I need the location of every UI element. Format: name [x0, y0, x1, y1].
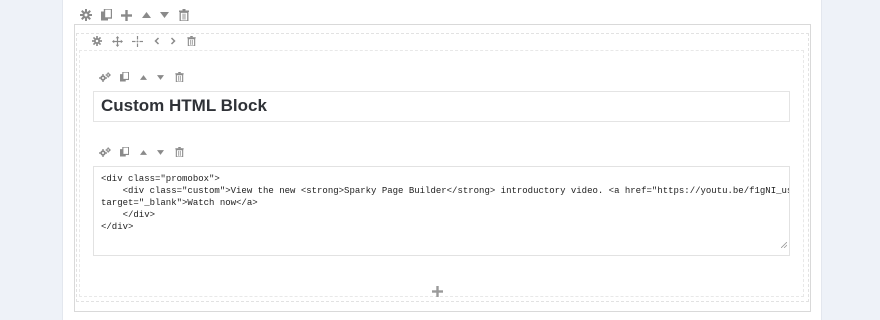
trash-icon[interactable] — [173, 71, 185, 83]
trash-icon[interactable] — [185, 35, 197, 47]
plus-icon — [432, 286, 443, 297]
plus-icon[interactable] — [119, 8, 133, 22]
add-module-button[interactable] — [432, 284, 443, 302]
arrow-up-icon[interactable] — [137, 71, 149, 83]
html-code-textarea[interactable]: <div class="promobox"> <div class="custo… — [93, 166, 790, 256]
code-line: <div class="custom">View the new <strong… — [101, 186, 790, 196]
resize-grip-icon[interactable] — [780, 235, 788, 253]
arrow-down-icon[interactable] — [154, 146, 166, 158]
code-line: target="_blank">Watch now</a> — [101, 198, 258, 208]
heading-module[interactable]: Custom HTML Block — [93, 91, 790, 122]
gears-icon[interactable] — [98, 146, 111, 158]
heading-title: Custom HTML Block — [101, 96, 267, 115]
copy-icon[interactable] — [99, 8, 113, 22]
copy-icon[interactable] — [118, 71, 130, 83]
page-builder-canvas: Custom HTML Block <div class="promobox">… — [62, 0, 822, 320]
arrow-up-icon[interactable] — [137, 146, 149, 158]
section-toolbar — [79, 8, 191, 22]
arrows-expand-icon[interactable] — [131, 35, 143, 47]
trash-icon[interactable] — [177, 8, 191, 22]
arrow-up-icon[interactable] — [139, 8, 153, 22]
chevron-right-icon[interactable] — [167, 35, 179, 47]
arrow-down-icon[interactable] — [157, 8, 171, 22]
trash-icon[interactable] — [173, 146, 185, 158]
row-toolbar — [91, 35, 197, 47]
heading-module-toolbar — [98, 71, 185, 83]
chevron-left-icon[interactable] — [151, 35, 163, 47]
code-line: </div> — [101, 222, 134, 232]
gear-icon[interactable] — [91, 35, 103, 47]
code-line: </div> — [101, 210, 156, 220]
move-icon[interactable] — [111, 35, 123, 47]
gear-icon[interactable] — [79, 8, 93, 22]
code-line: <div class="promobox"> — [101, 174, 220, 184]
arrow-down-icon[interactable] — [154, 71, 166, 83]
copy-icon[interactable] — [118, 146, 130, 158]
html-module-toolbar — [98, 146, 185, 158]
gears-icon[interactable] — [98, 71, 111, 83]
